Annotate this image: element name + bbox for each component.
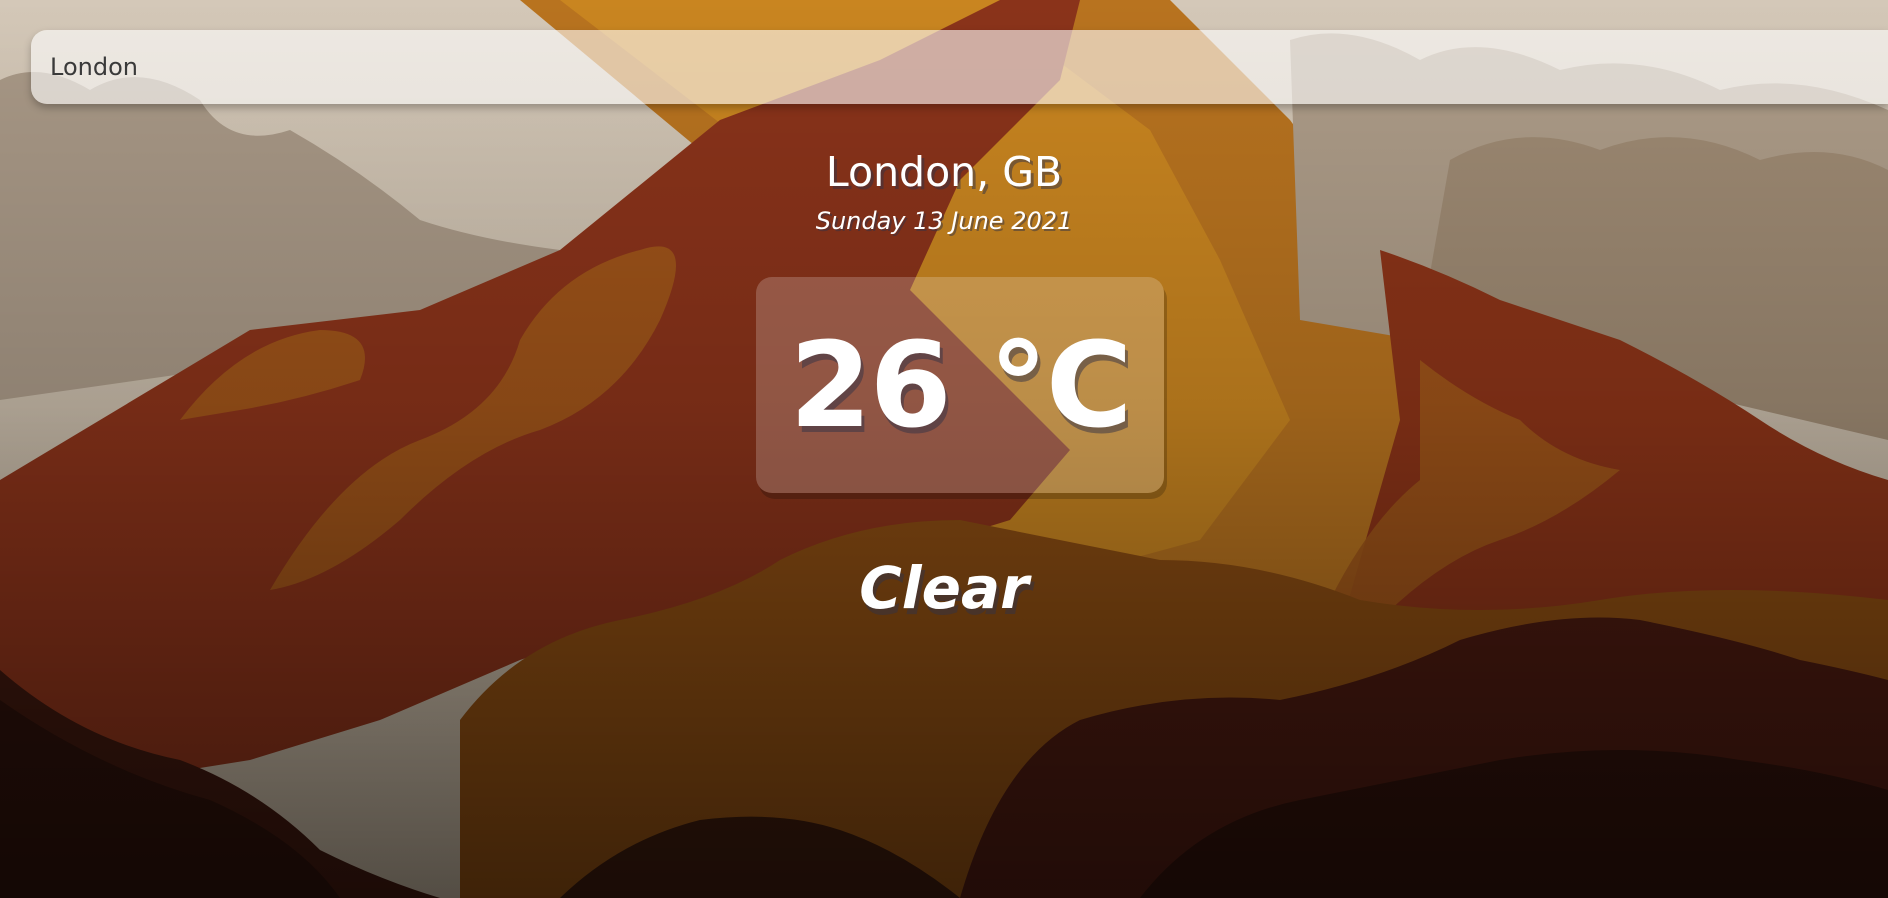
location-label: London, GB (825, 148, 1063, 196)
weather-condition: Clear (859, 554, 1029, 622)
temperature-value: 26 °C (789, 316, 1133, 454)
temperature-card: 26 °C (756, 277, 1164, 493)
search-input[interactable] (31, 30, 1888, 104)
date-label: Sunday 13 June 2021 (815, 207, 1073, 235)
